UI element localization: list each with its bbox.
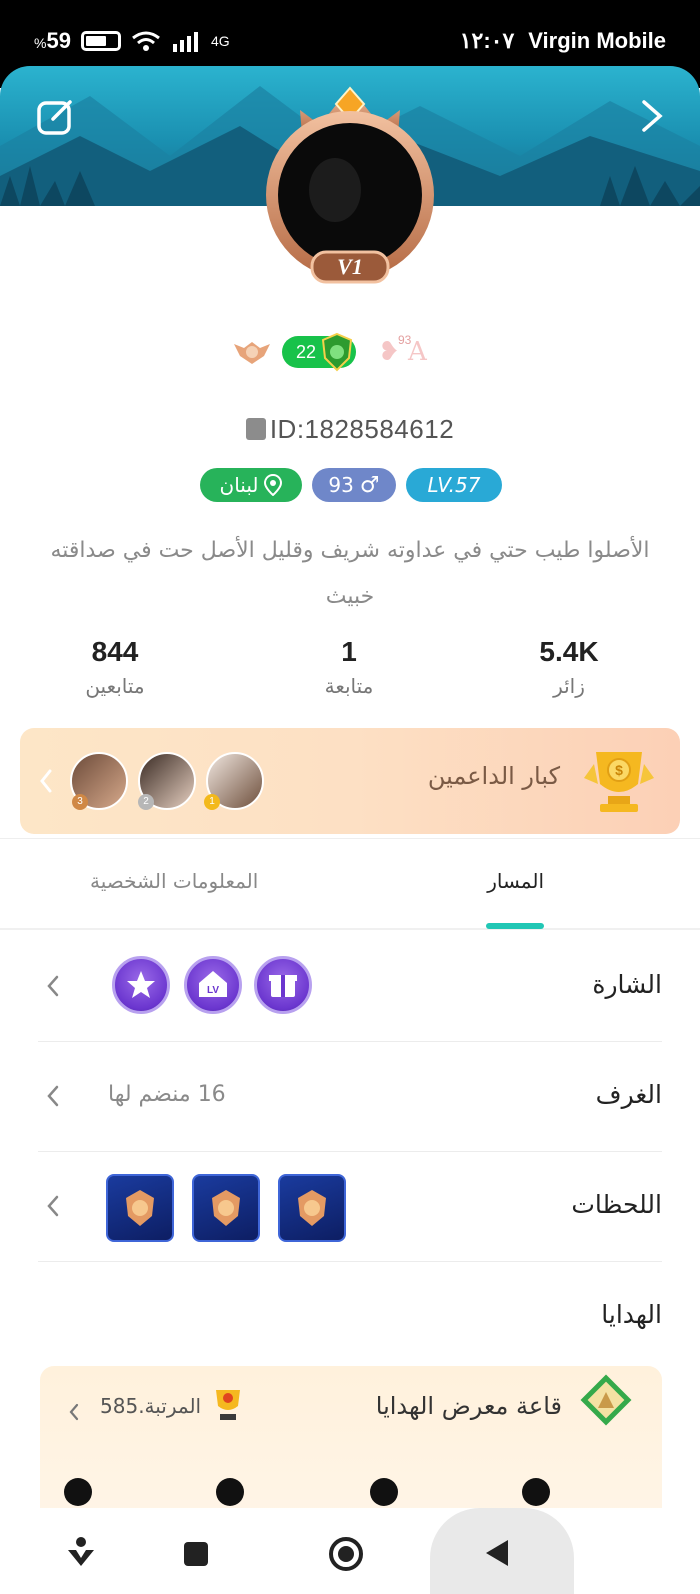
name-tag-icon: ❥ A 93: [378, 333, 428, 367]
avatar-level-badge: V1: [337, 254, 363, 279]
rank-badge: 2: [138, 794, 154, 810]
stats-row: 5.4K زائر 1 متابعة 844 متابعين: [0, 636, 700, 716]
tab-track[interactable]: المسار: [487, 869, 544, 893]
shield-badge-icon: [321, 332, 353, 372]
moment-thumbnail[interactable]: [192, 1174, 260, 1242]
active-tab-indicator: [486, 923, 544, 929]
moments-label: اللحظات: [571, 1190, 662, 1219]
lv-tag: LV.57: [406, 468, 502, 502]
rank-trophy-icon: [216, 1390, 240, 1420]
badges-label: الشارة: [592, 970, 662, 999]
star-badge-icon[interactable]: [112, 956, 170, 1014]
svg-text:93: 93: [398, 333, 412, 347]
chevron-right-icon[interactable]: [640, 98, 664, 134]
gender-age-tag: 93 ♂: [312, 468, 396, 502]
network-type: 4G: [210, 33, 230, 49]
gift-item[interactable]: [64, 1478, 92, 1506]
status-time: ١٢:٠٧: [459, 28, 515, 53]
tab-personal-info[interactable]: المعلومات الشخصية: [90, 869, 258, 893]
gift-item[interactable]: [370, 1478, 398, 1506]
nav-circle-icon[interactable]: [328, 1536, 364, 1572]
country-tag: لبنان: [200, 468, 302, 502]
wings-badge-icon: [234, 342, 270, 364]
moment-thumbnail[interactable]: [106, 1174, 174, 1242]
rank-badge: 1: [204, 794, 220, 810]
moment-thumbnail[interactable]: [278, 1174, 346, 1242]
battery-percent: %59: [34, 28, 71, 53]
svg-text:$: $: [615, 762, 623, 778]
carrier-name: Virgin Mobile: [528, 28, 666, 53]
top-supporters-title: كبار الداعمين: [427, 762, 560, 790]
status-left: %59 4G: [34, 28, 230, 54]
chevron-left-icon[interactable]: [68, 1402, 80, 1422]
stat-following[interactable]: 1 متابعة: [274, 636, 424, 698]
nav-square-icon[interactable]: [182, 1540, 210, 1568]
top-supporters-card[interactable]: 3 2 1 كبار الداعمين $: [20, 728, 680, 834]
male-icon: ♂: [359, 472, 380, 498]
profile-tags: لبنان 93 ♂ LV.57: [200, 468, 502, 502]
location-pin-icon: [264, 474, 283, 496]
rank-badge: 3: [72, 794, 88, 810]
user-id: ID:1828584612: [269, 414, 455, 444]
gift-item[interactable]: [216, 1478, 244, 1506]
wifi-icon: [132, 31, 160, 51]
battery-icon: [80, 31, 121, 51]
avatar-frame: V1: [266, 86, 434, 284]
svg-text:LV: LV: [207, 985, 219, 996]
gift-gallery-title: قاعة معرض الهدايا: [375, 1392, 562, 1420]
chevron-left-icon[interactable]: [46, 1194, 60, 1218]
nav-back-icon[interactable]: [484, 1538, 510, 1568]
nav-down-icon[interactable]: [66, 1536, 96, 1568]
chevron-left-icon[interactable]: [46, 974, 60, 998]
gift-item[interactable]: [522, 1478, 550, 1506]
gift-rank: المرتبة.585: [100, 1394, 202, 1418]
user-id-row[interactable]: ID:1828584612: [0, 414, 700, 445]
system-nav-bar: [0, 1508, 700, 1594]
status-right: ١٢:٠٧ Virgin Mobile: [460, 28, 666, 54]
moments-section-row[interactable]: اللحظات: [38, 1152, 662, 1262]
chevron-left-icon[interactable]: [38, 768, 54, 794]
gift-gallery-icon: [580, 1374, 632, 1426]
edit-icon[interactable]: [36, 96, 76, 136]
rooms-label: الغرف: [595, 1080, 662, 1109]
gift-badge-icon[interactable]: [254, 956, 312, 1014]
rooms-section-row[interactable]: الغرف 16 منضم لها: [38, 1042, 662, 1152]
level-badge-icon[interactable]: LV: [184, 956, 242, 1014]
avatar[interactable]: V1: [240, 80, 460, 290]
bio-text: الأصلوا طيب حتي في عداوته شريف وقليل الأ…: [50, 538, 650, 609]
chevron-left-icon[interactable]: [46, 1084, 60, 1108]
stat-followers[interactable]: 844 متابعين: [40, 636, 190, 698]
signal-icon: [172, 32, 198, 52]
copy-icon[interactable]: [245, 418, 266, 440]
badges-section-row[interactable]: الشارة LV: [38, 932, 662, 1042]
gifts-label: الهدايا: [601, 1300, 662, 1329]
profile-tabs: المسار المعلومات الشخصية: [0, 838, 700, 930]
gifts-section-row: الهدايا: [38, 1262, 662, 1372]
stat-visitors[interactable]: 5.4K زائر: [494, 636, 644, 698]
badges-row: 22 ❥ A 93: [0, 330, 700, 380]
rooms-joined-count: 16 منضم لها: [108, 1082, 226, 1107]
trophy-icon: $: [584, 752, 654, 812]
